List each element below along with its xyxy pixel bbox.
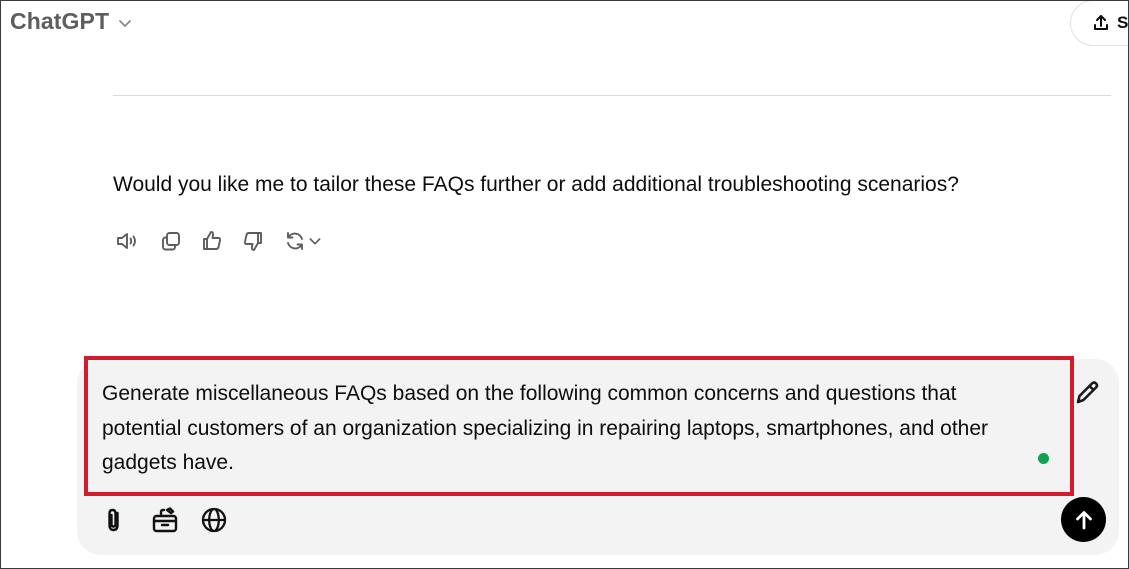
- model-selector[interactable]: ChatGPT: [10, 8, 133, 35]
- tools-button[interactable]: [150, 504, 180, 536]
- chevron-down-icon: [119, 19, 131, 27]
- app-title: ChatGPT: [10, 8, 110, 34]
- refresh-icon: [287, 232, 303, 250]
- message-divider: [113, 95, 1111, 96]
- prompt-highlight-box: [84, 356, 1074, 496]
- copy-button[interactable]: [157, 228, 185, 254]
- attach-button[interactable]: [99, 504, 129, 536]
- send-button[interactable]: [1061, 497, 1106, 542]
- share-icon: [1094, 15, 1108, 30]
- regenerate-button[interactable]: [280, 228, 326, 254]
- good-response-button[interactable]: [198, 228, 226, 254]
- thumbs-down-icon: [243, 232, 262, 251]
- globe-icon: [201, 507, 227, 533]
- chevron-down-icon: [309, 238, 321, 245]
- speaker-icon: [117, 233, 136, 249]
- paperclip-icon: [108, 508, 119, 532]
- arrow-up-icon: [1075, 510, 1092, 529]
- thumbs-up-icon: [203, 231, 222, 250]
- share-button[interactable]: S: [1070, 0, 1129, 46]
- toolbox-icon: [152, 507, 178, 533]
- read-aloud-button[interactable]: [113, 228, 141, 254]
- composer-tools: [99, 504, 229, 536]
- message-actions: [113, 228, 326, 254]
- assistant-message: Would you like me to tailor these FAQs f…: [113, 173, 959, 196]
- copy-icon: [162, 232, 180, 251]
- pencil-icon[interactable]: [1072, 378, 1102, 408]
- bad-response-button[interactable]: [239, 228, 267, 254]
- search-web-button[interactable]: [199, 504, 229, 536]
- status-dot: [1038, 453, 1049, 464]
- share-label: S: [1117, 13, 1129, 32]
